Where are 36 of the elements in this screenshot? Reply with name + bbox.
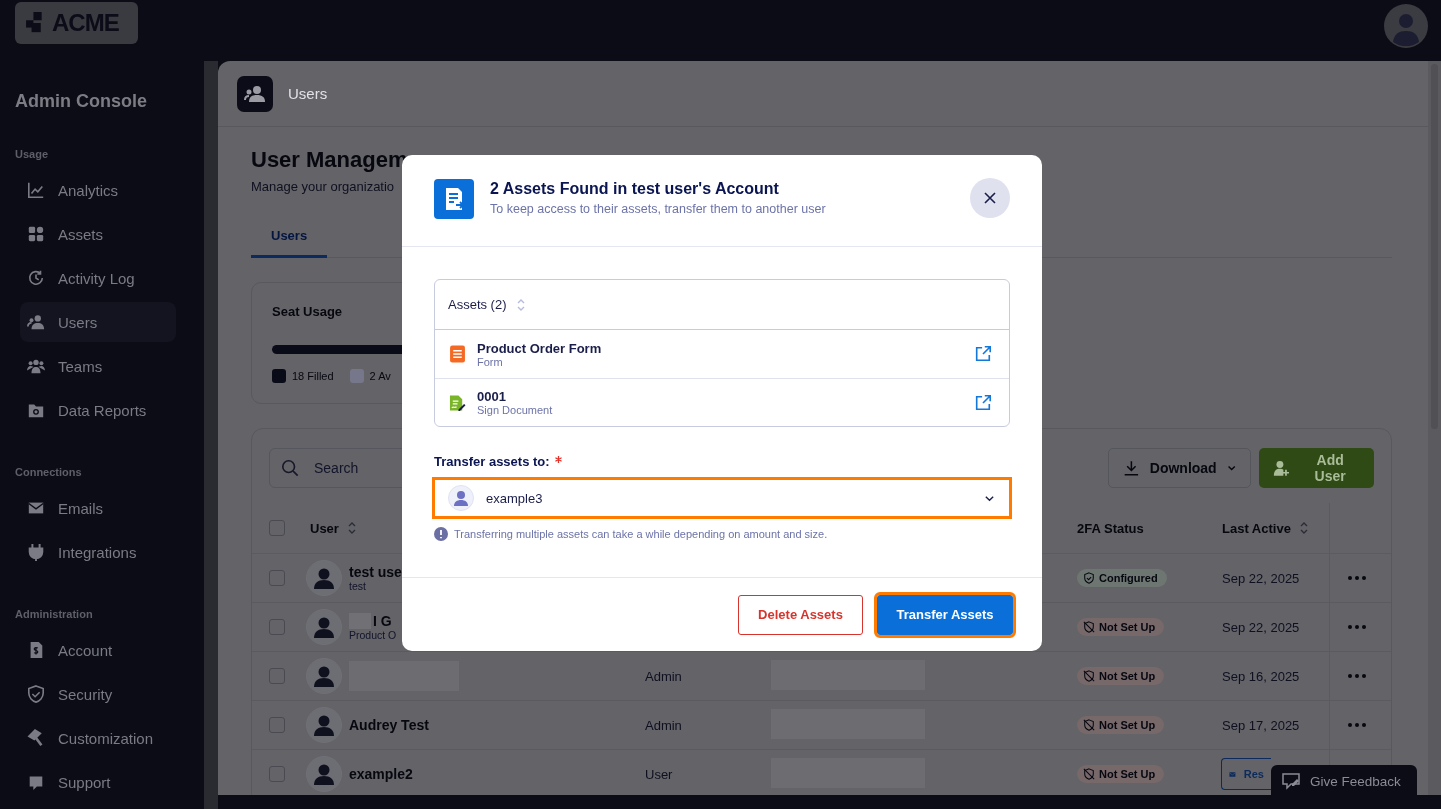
asset-type: Sign Document [477, 404, 554, 416]
asset-name: Product Order Form [477, 340, 603, 356]
legend-label: 2 Av [369, 370, 391, 382]
hint-text: Transferring multiple assets can take a while depending on amount and size. [454, 528, 828, 540]
card-title: Seat Usage [272, 304, 343, 319]
page-title: Users [288, 85, 328, 102]
status-badge: Configured [1077, 569, 1167, 587]
field-label: Transfer assets to: [434, 454, 550, 469]
section-heading: Usage [15, 148, 49, 160]
status-badge: Not Set Up [1077, 618, 1165, 636]
page-subtitle: Manage your organizatio [251, 179, 395, 194]
section-heading: Connections [15, 466, 82, 478]
asset-name: 0001 [477, 389, 507, 404]
last-active-date: Sep 22, 2025 [1222, 570, 1301, 586]
page-heading: User Managem [251, 147, 408, 173]
section-heading: Administration [15, 608, 93, 620]
console-title: Admin Console [15, 91, 147, 112]
status-badge: Not Set Up [1077, 765, 1165, 783]
user-name: I G [373, 613, 392, 629]
legend-label: 18 Filled [292, 370, 334, 382]
role-text: Admin [645, 717, 682, 733]
last-active-date: Sep 16, 2025 [1222, 668, 1301, 684]
dialog-title: 2 Assets Found in test user's Account [490, 180, 780, 198]
last-active-date: Sep 22, 2025 [1222, 619, 1301, 635]
role-text: Admin [645, 668, 682, 684]
user-name: Audrey Test [349, 717, 429, 733]
user-detail: test [349, 580, 367, 592]
user-name: example2 [349, 766, 413, 782]
status-badge: Not Set Up [1077, 716, 1165, 734]
role-text: User [645, 766, 673, 782]
last-active-date: Sep 17, 2025 [1222, 717, 1301, 733]
user-detail: Product O [349, 629, 397, 641]
dialog-subtitle: To keep access to their assets, transfer them to another user [490, 202, 827, 216]
asset-type: Form [477, 355, 504, 368]
user-name: test use [349, 564, 402, 580]
status-badge: Not Set Up [1077, 667, 1165, 685]
